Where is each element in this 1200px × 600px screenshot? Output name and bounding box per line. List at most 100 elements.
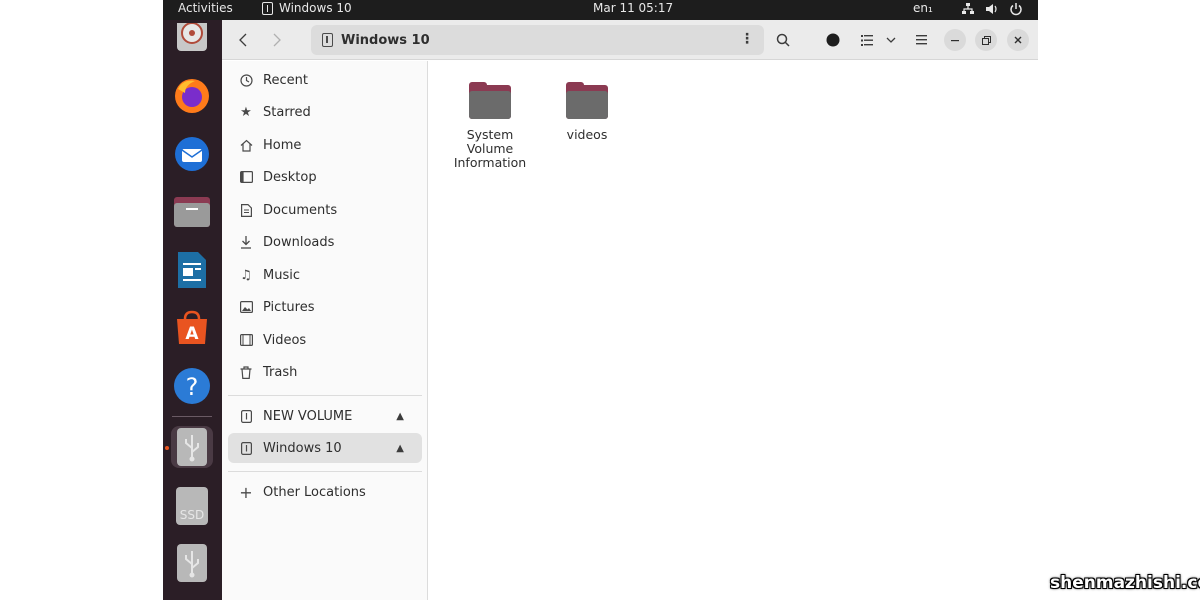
sidebar-item-label: NEW VOLUME <box>263 408 353 424</box>
network-icon <box>962 3 974 14</box>
usb-drive-icon[interactable] <box>171 426 213 468</box>
ssd-drive-icon[interactable]: SSD <box>171 485 213 527</box>
file-view[interactable]: System Volume Information videos <box>429 61 1038 600</box>
document-icon <box>238 203 254 217</box>
letterbox-right <box>1038 0 1200 600</box>
minimize-icon <box>951 40 959 42</box>
view-options-button[interactable] <box>876 25 906 55</box>
star-icon: ★ <box>240 104 252 120</box>
files-icon[interactable] <box>171 191 213 233</box>
sidebar-item-pictures[interactable]: Pictures <box>228 292 422 322</box>
sidebar-item-recent[interactable]: Recent <box>228 65 422 95</box>
more-vertical-icon[interactable]: ⋮ <box>740 31 754 47</box>
forward-button[interactable] <box>262 25 292 55</box>
files-window: Windows 10 ⋮ Recent ★ Starred Home Deskt… <box>222 20 1038 600</box>
running-indicator <box>165 446 169 450</box>
disk-utility-icon[interactable] <box>171 20 213 62</box>
trash-icon <box>238 365 254 379</box>
folder-label: System Volume Information <box>453 127 527 170</box>
help-icon[interactable]: ? <box>171 365 213 407</box>
list-icon <box>861 34 873 46</box>
sidebar-item-videos[interactable]: Videos <box>228 325 422 355</box>
sidebar-item-label: Starred <box>263 104 311 120</box>
dock: A ? SSD <box>163 20 222 600</box>
system-menu[interactable] <box>961 2 1023 16</box>
top-bar: Activities Windows 10 Mar 11 05:17 en₁ <box>163 0 1038 20</box>
sidebar: Recent ★ Starred Home Desktop Documents … <box>222 61 428 600</box>
close-button[interactable] <box>1007 29 1029 51</box>
ssd-label: SSD <box>180 508 204 522</box>
thunderbird-icon[interactable] <box>171 133 213 175</box>
clock[interactable]: Mar 11 05:17 <box>593 1 673 15</box>
sidebar-separator <box>228 395 422 396</box>
volume-icon <box>986 4 997 14</box>
sidebar-item-trash[interactable]: Trash <box>228 357 422 387</box>
sidebar-item-desktop[interactable]: Desktop <box>228 162 422 192</box>
search-icon <box>776 33 790 47</box>
close-icon <box>1014 36 1022 44</box>
sidebar-item-label: Recent <box>263 72 308 88</box>
folder-icon <box>566 82 608 120</box>
eject-icon[interactable]: ▲ <box>396 411 404 422</box>
chevron-right-icon <box>273 33 281 47</box>
svg-text:A: A <box>185 324 199 344</box>
sidebar-item-documents[interactable]: Documents <box>228 195 422 225</box>
sidebar-item-starred[interactable]: ★ Starred <box>228 97 422 127</box>
desktop-icon <box>238 171 254 183</box>
usb-icon <box>322 33 333 47</box>
firefox-icon[interactable] <box>171 75 213 117</box>
sidebar-item-windows-10[interactable]: Windows 10 ▲ <box>228 433 422 463</box>
folder-icon <box>469 82 511 120</box>
sidebar-item-music[interactable]: ♫ Music <box>228 260 422 290</box>
picture-icon <box>238 301 254 313</box>
usb-icon <box>238 441 254 455</box>
folder-item[interactable]: System Volume Information <box>445 82 535 170</box>
usb-drive-icon[interactable] <box>171 542 213 584</box>
path-location[interactable]: Windows 10 <box>341 33 430 48</box>
eject-icon[interactable]: ▲ <box>396 443 404 454</box>
hamburger-icon <box>915 35 927 45</box>
power-icon <box>1010 3 1022 16</box>
circle-icon <box>826 33 840 47</box>
sidebar-item-other-locations[interactable]: + Other Locations <box>228 477 422 507</box>
app-menu-label: Windows 10 <box>279 1 352 15</box>
ubuntu-software-icon[interactable]: A <box>171 307 213 349</box>
sidebar-item-label: Windows 10 <box>263 440 342 456</box>
activities-button[interactable]: Activities <box>178 1 233 15</box>
operations-button[interactable] <box>818 25 848 55</box>
folder-label: videos <box>566 127 608 142</box>
usb-icon <box>238 409 254 423</box>
chevron-down-icon <box>886 37 896 43</box>
restore-icon <box>981 35 991 45</box>
download-icon <box>238 235 254 249</box>
svg-text:?: ? <box>186 373 199 401</box>
main-menu-button[interactable] <box>906 25 936 55</box>
back-button[interactable] <box>228 25 258 55</box>
search-button[interactable] <box>768 25 798 55</box>
watermark: shenmazhishi.com <box>1050 573 1200 593</box>
video-icon <box>238 334 254 346</box>
app-menu[interactable]: Windows 10 <box>262 1 352 15</box>
sidebar-item-downloads[interactable]: Downloads <box>228 227 422 257</box>
sidebar-item-label: Videos <box>263 332 307 348</box>
sidebar-item-label: Home <box>263 137 302 153</box>
libreoffice-writer-icon[interactable] <box>171 249 213 291</box>
folder-item[interactable]: videos <box>542 82 632 142</box>
sidebar-item-label: Trash <box>263 364 298 380</box>
path-bar[interactable]: Windows 10 ⋮ <box>311 25 764 55</box>
sidebar-item-label: Documents <box>263 202 338 218</box>
minimize-button[interactable] <box>944 29 966 51</box>
sidebar-item-label: Music <box>263 267 300 283</box>
sidebar-item-new-volume[interactable]: NEW VOLUME ▲ <box>228 401 422 431</box>
dock-separator <box>172 416 212 417</box>
sidebar-item-label: Downloads <box>263 234 335 250</box>
language-indicator[interactable]: en₁ <box>913 1 933 15</box>
restore-button[interactable] <box>975 29 997 51</box>
clock-icon <box>238 73 254 87</box>
sidebar-item-label: Pictures <box>263 299 315 315</box>
plus-icon: + <box>239 482 253 502</box>
sidebar-separator <box>228 471 422 472</box>
usb-icon <box>262 1 273 15</box>
sidebar-item-home[interactable]: Home <box>228 130 422 160</box>
sidebar-item-label: Other Locations <box>263 484 366 500</box>
